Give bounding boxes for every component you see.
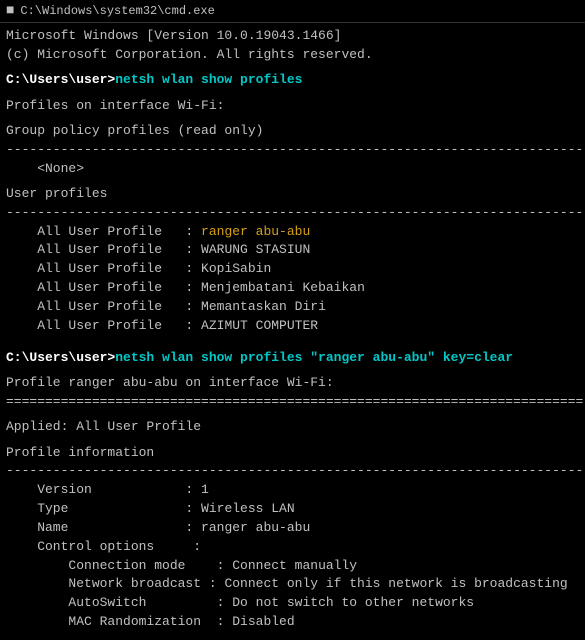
terminal-line: All User Profile : Memantaskan Diri bbox=[6, 298, 579, 317]
terminal-line: All User Profile : AZIMUT COMPUTER bbox=[6, 317, 579, 336]
terminal-line: Microsoft Windows [Version 10.0.19043.14… bbox=[6, 27, 579, 46]
terminal-line: AutoSwitch : Do not switch to other netw… bbox=[6, 594, 579, 613]
title-bar: ■ C:\Windows\system32\cmd.exe bbox=[0, 0, 585, 23]
terminal-line: Version : 1 bbox=[6, 481, 579, 500]
terminal-line: ----------------------------------------… bbox=[6, 141, 579, 160]
terminal-line: ----------------------------------------… bbox=[6, 204, 579, 223]
terminal-line: All User Profile : WARUNG STASIUN bbox=[6, 241, 579, 260]
terminal-line: Type : Wireless LAN bbox=[6, 500, 579, 519]
terminal-line: MAC Randomization : Disabled bbox=[6, 613, 579, 632]
title-label: C:\Windows\system32\cmd.exe bbox=[20, 4, 214, 18]
terminal-line: User profiles bbox=[6, 185, 579, 204]
terminal-line: All User Profile : KopiSabin bbox=[6, 260, 579, 279]
terminal-line: Connection mode : Connect manually bbox=[6, 557, 579, 576]
terminal-line: Control options : bbox=[6, 538, 579, 557]
cmd-icon: ■ bbox=[6, 3, 14, 19]
terminal-line: C:\Users\user>netsh wlan show profiles "… bbox=[6, 349, 579, 368]
terminal-line: Applied: All User Profile bbox=[6, 418, 579, 437]
terminal-content: Microsoft Windows [Version 10.0.19043.14… bbox=[0, 23, 585, 636]
terminal-line: Profile ranger abu-abu on interface Wi-F… bbox=[6, 374, 579, 393]
terminal-line: All User Profile : ranger abu-abu bbox=[6, 223, 579, 242]
terminal-line: Name : ranger abu-abu bbox=[6, 519, 579, 538]
terminal-line: (c) Microsoft Corporation. All rights re… bbox=[6, 46, 579, 65]
terminal-line: All User Profile : Menjembatani Kebaikan bbox=[6, 279, 579, 298]
terminal-line: Profile information bbox=[6, 444, 579, 463]
terminal-line: <None> bbox=[6, 160, 579, 179]
terminal-line: C:\Users\user>netsh wlan show profiles bbox=[6, 71, 579, 90]
terminal-line: Profiles on interface Wi-Fi: bbox=[6, 97, 579, 116]
terminal-line: ----------------------------------------… bbox=[6, 462, 579, 481]
terminal-line: Group policy profiles (read only) bbox=[6, 122, 579, 141]
terminal-line: Network broadcast : Connect only if this… bbox=[6, 575, 579, 594]
terminal-line: ========================================… bbox=[6, 393, 579, 412]
